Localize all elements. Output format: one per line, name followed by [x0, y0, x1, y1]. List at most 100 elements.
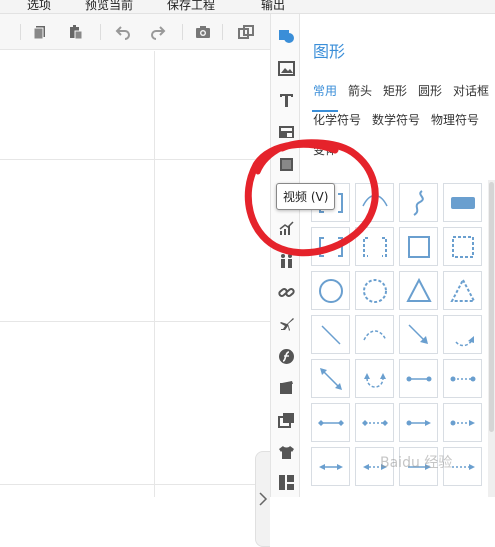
link-icon[interactable] — [276, 282, 296, 302]
gallery-icon[interactable] — [276, 410, 296, 430]
image-icon[interactable] — [276, 58, 296, 78]
tab-common[interactable]: 常用 — [313, 82, 337, 99]
toolbar-separator — [182, 24, 183, 40]
arrow-line-icon — [407, 323, 428, 344]
toolbar-separator — [100, 24, 101, 40]
dashed-bracket-icon — [362, 236, 387, 257]
grid-line — [154, 51, 155, 497]
dot-line-icon — [406, 376, 431, 381]
rounded-rect-icon — [450, 196, 475, 209]
scrollbar-thumb[interactable] — [489, 182, 494, 432]
shape-cell[interactable] — [443, 403, 482, 442]
shape-cell[interactable] — [443, 315, 482, 354]
menu-export[interactable]: 输出 — [261, 0, 285, 13]
collapse-panel-button[interactable] — [255, 451, 270, 547]
dashed-arrow-both-line-icon — [362, 463, 387, 470]
circle-icon — [318, 278, 343, 303]
squiggle-icon — [412, 189, 424, 216]
dashed-arc-icon — [362, 329, 387, 340]
toolbar-separator — [20, 24, 21, 40]
layers-icon[interactable] — [236, 22, 256, 42]
menu-bar: 选项 预览当前 保存工程 输出 — [0, 0, 495, 14]
media-icon[interactable] — [276, 122, 296, 142]
tab-dialogs[interactable]: 对话框 — [453, 82, 489, 99]
shape-cell[interactable] — [355, 183, 394, 222]
paste-icon[interactable] — [66, 22, 86, 42]
shape-cell[interactable] — [399, 403, 438, 442]
arrow-right-line-icon — [407, 463, 431, 470]
shape-cell[interactable] — [355, 315, 394, 354]
shape-cell[interactable] — [399, 227, 438, 266]
tooltip: 视频 (V) — [276, 183, 336, 210]
arrow-dot-line-icon — [406, 419, 431, 426]
curve-line-icon — [361, 194, 388, 206]
menu-preview[interactable]: 预览当前 — [85, 0, 133, 13]
diamond-line-icon — [317, 419, 344, 426]
triangle-icon — [405, 277, 432, 302]
shape-cell[interactable] — [443, 271, 482, 310]
tab-circles[interactable]: 圆形 — [418, 82, 442, 99]
video-icon[interactable] — [276, 154, 296, 174]
shape-cell[interactable] — [399, 271, 438, 310]
line-icon — [320, 324, 341, 345]
shape-cell[interactable] — [443, 227, 482, 266]
shape-cell[interactable] — [355, 359, 394, 398]
curved-arrow-icon — [454, 335, 474, 346]
square-icon — [407, 235, 430, 258]
shape-cell[interactable] — [399, 183, 438, 222]
bracket-frame-icon — [318, 236, 343, 257]
shape-cell[interactable] — [311, 271, 350, 310]
shape-icon[interactable] — [276, 26, 296, 46]
menu-save-project[interactable]: 保存工程 — [167, 0, 215, 13]
dashed-dot-line-icon — [450, 376, 475, 381]
tab-rectangles[interactable]: 矩形 — [383, 82, 407, 99]
shape-cell[interactable] — [311, 315, 350, 354]
menu-options[interactable]: 选项 — [27, 0, 51, 13]
people-icon[interactable] — [276, 250, 296, 270]
chevron-right-icon — [259, 492, 268, 506]
dashed-square-icon — [451, 235, 474, 258]
double-arrow-icon — [319, 367, 342, 390]
shape-cell[interactable] — [355, 227, 394, 266]
dashed-circle-icon — [362, 278, 387, 303]
grid-line — [0, 159, 270, 160]
tab-math[interactable]: 数学符号 — [372, 111, 420, 128]
dashed-diamond-line-icon — [361, 419, 388, 426]
grid-line — [0, 484, 270, 485]
shape-cell[interactable] — [311, 447, 350, 486]
arrow-both-line-icon — [318, 463, 343, 470]
shape-cell[interactable] — [443, 447, 482, 486]
shape-cell[interactable] — [311, 403, 350, 442]
plane-icon[interactable] — [276, 314, 296, 334]
design-canvas[interactable] — [0, 51, 270, 547]
flash-icon[interactable] — [276, 346, 296, 366]
shape-cell[interactable] — [355, 403, 394, 442]
shirt-icon[interactable] — [276, 442, 296, 462]
shape-cell[interactable] — [399, 359, 438, 398]
shape-cell[interactable] — [355, 447, 394, 486]
tab-arrows[interactable]: 箭头 — [348, 82, 372, 99]
tab-variants[interactable]: 变体 — [313, 141, 337, 158]
camera-icon[interactable] — [193, 22, 213, 42]
shape-cell[interactable] — [443, 359, 482, 398]
undo-icon[interactable] — [113, 22, 133, 42]
text-icon[interactable] — [276, 90, 296, 110]
dashed-triangle-icon — [449, 277, 476, 302]
redo-icon[interactable] — [148, 22, 168, 42]
shape-cell[interactable] — [443, 183, 482, 222]
dashed-u-arrow-icon — [363, 372, 386, 388]
shape-cell[interactable] — [399, 447, 438, 486]
copy-icon[interactable] — [30, 22, 50, 42]
tab-chemistry[interactable]: 化学符号 — [313, 111, 361, 128]
grid-line — [0, 321, 270, 322]
shape-cell[interactable] — [399, 315, 438, 354]
scene-icon[interactable] — [276, 378, 296, 398]
toolbar — [0, 14, 270, 50]
chart-icon[interactable] — [276, 218, 296, 238]
tab-physics[interactable]: 物理符号 — [431, 111, 479, 128]
dashed-arrow-right-line-icon — [451, 463, 475, 470]
shape-cell[interactable] — [311, 227, 350, 266]
shape-cell[interactable] — [355, 271, 394, 310]
layout-icon[interactable] — [276, 472, 296, 492]
shape-cell[interactable] — [311, 359, 350, 398]
